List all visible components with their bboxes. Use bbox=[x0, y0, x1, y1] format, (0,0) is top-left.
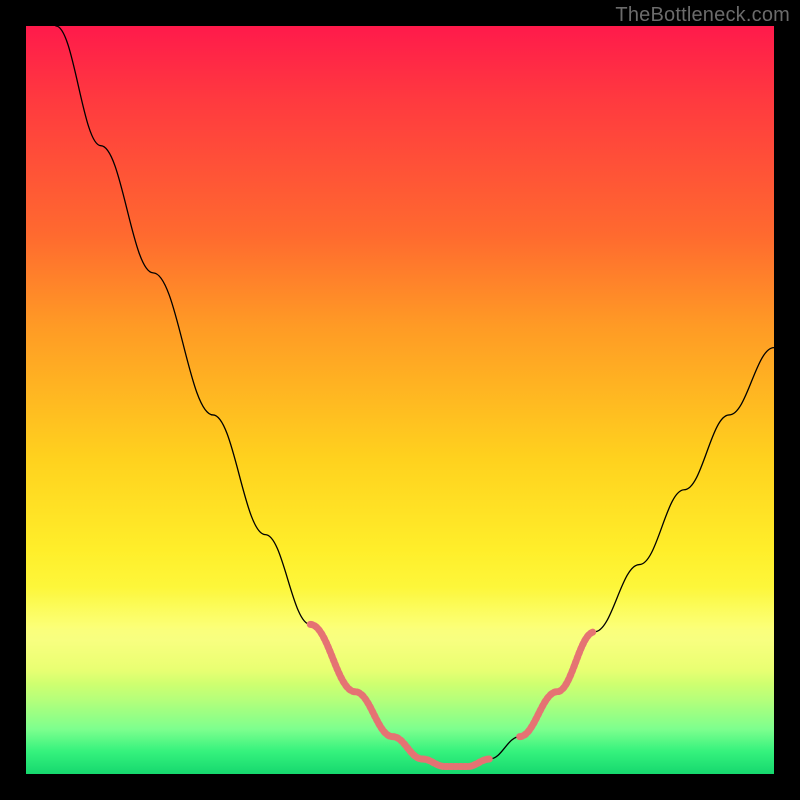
chart-frame: TheBottleneck.com bbox=[0, 0, 800, 800]
highlight-segments bbox=[310, 624, 594, 766]
highlight-segment bbox=[520, 632, 595, 737]
watermark-text: TheBottleneck.com bbox=[615, 4, 790, 27]
curve-path bbox=[56, 26, 774, 767]
highlight-segment bbox=[310, 624, 422, 759]
bottleneck-curve bbox=[56, 26, 774, 767]
plot-area bbox=[26, 26, 774, 774]
curve-layer bbox=[26, 26, 774, 774]
highlight-segment bbox=[422, 759, 489, 766]
